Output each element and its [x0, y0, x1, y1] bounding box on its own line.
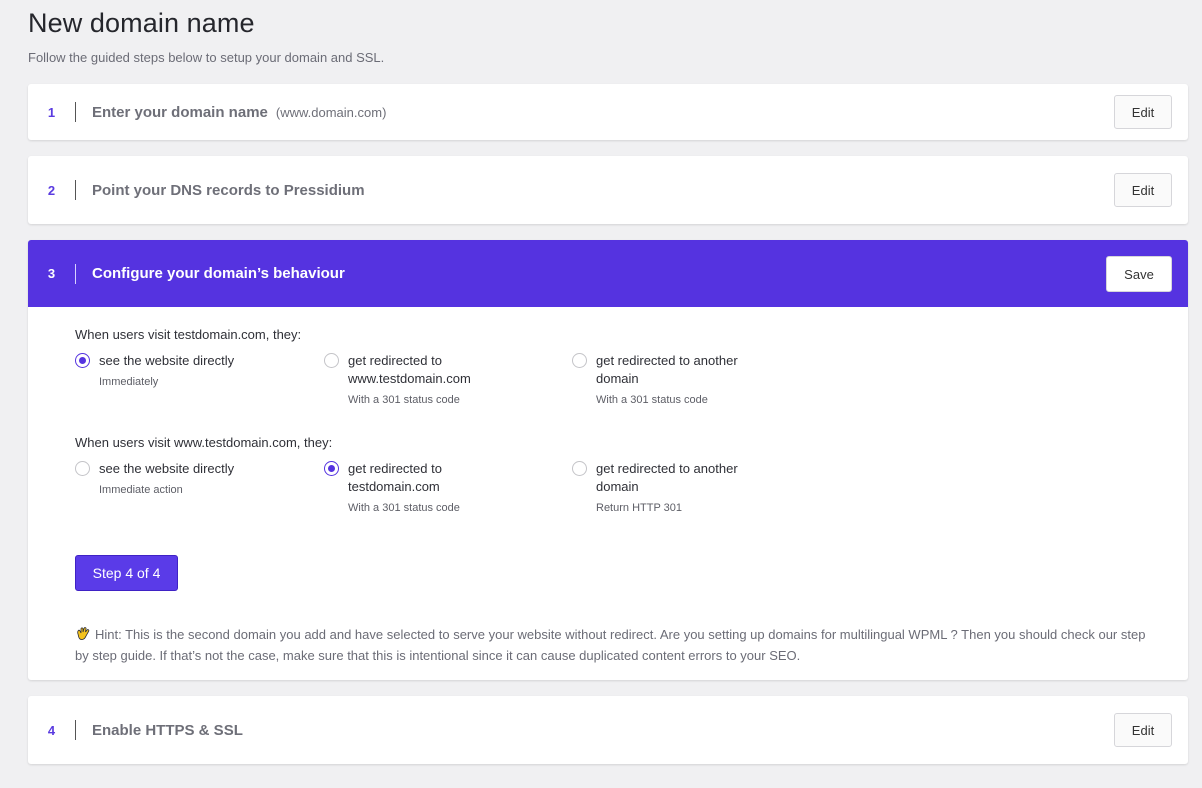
waving-hand-icon: [75, 626, 91, 640]
radio-button[interactable]: [75, 461, 90, 476]
option-label: get redirected to another domain: [596, 353, 738, 386]
step-header: 2 Point your DNS records to Pressidium E…: [28, 156, 1188, 224]
step-header-active: 3 Configure your domain’s behaviour Save: [28, 240, 1188, 307]
radio-button[interactable]: [572, 353, 587, 368]
option-label: get redirected to testdomain.com: [348, 461, 442, 494]
step-card-2: 2 Point your DNS records to Pressidium E…: [28, 156, 1188, 224]
question-label: When users visit www.testdomain.com, the…: [75, 435, 333, 450]
step-card-1: 1 Enter your domain name (www.domain.com…: [28, 84, 1188, 140]
option-sub: Immediate action: [99, 484, 183, 496]
page-subtitle: Follow the guided steps below to setup y…: [28, 50, 385, 65]
question-label: When users visit testdomain.com, they:: [75, 327, 302, 342]
option-label: see the website directly: [99, 461, 235, 476]
radio-button[interactable]: [324, 461, 339, 476]
option-label: get redirected to www.testdomain.com: [348, 353, 471, 386]
step-title: Configure your domain’s behaviour: [92, 265, 345, 282]
step-title: Enable HTTPS & SSL: [92, 721, 243, 739]
step-divider: [75, 102, 76, 122]
edit-button[interactable]: Edit: [1114, 95, 1172, 129]
save-button[interactable]: Save: [1106, 256, 1172, 292]
step-header: 1 Enter your domain name (www.domain.com…: [28, 84, 1188, 140]
step-hint: (www.domain.com): [275, 104, 387, 120]
edit-button[interactable]: Edit: [1114, 173, 1172, 207]
radio-button[interactable]: [324, 353, 339, 368]
step-header: 4 Enable HTTPS & SSL Edit: [28, 696, 1188, 764]
step-divider: [75, 720, 76, 740]
radio-button[interactable]: [75, 353, 90, 368]
option-sub: With a 301 status code: [596, 394, 708, 406]
step-progress-button[interactable]: Step 4 of 4: [75, 555, 178, 591]
option-label: see the website directly: [99, 353, 235, 368]
option-sub: Return HTTP 301: [596, 502, 683, 514]
step-divider: [75, 180, 76, 200]
edit-button[interactable]: Edit: [1114, 713, 1172, 747]
step-card-3: 3 Configure your domain’s behaviour Save…: [28, 240, 1188, 680]
step-title: Enter your domain name: [92, 103, 268, 121]
radio-button[interactable]: [572, 461, 587, 476]
option-label: get redirected to another domain: [596, 461, 738, 494]
step-number: 2: [47, 182, 56, 198]
behaviour-form: When users visit testdomain.com, they: s…: [28, 307, 1188, 680]
option-sub: Immediately: [99, 376, 159, 388]
hint-text: Hint: This is the second domain you add …: [75, 624, 1155, 666]
step-number: 4: [47, 722, 56, 738]
step-divider: [75, 263, 76, 284]
option-sub: With a 301 status code: [348, 394, 460, 406]
step-number: 3: [47, 266, 56, 281]
hint-message: Hint: This is the second domain you add …: [75, 627, 1146, 663]
step-number: 1: [47, 104, 56, 120]
page-title: New domain name: [28, 8, 255, 38]
step-card-4: 4 Enable HTTPS & SSL Edit: [28, 696, 1188, 764]
step-title: Point your DNS records to Pressidium: [92, 181, 365, 199]
option-sub: With a 301 status code: [348, 502, 460, 514]
